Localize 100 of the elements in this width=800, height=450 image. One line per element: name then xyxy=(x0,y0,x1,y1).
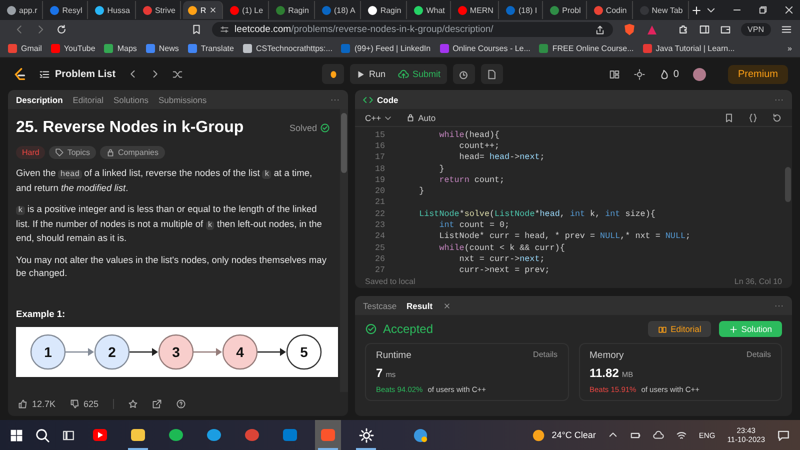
browser-tab[interactable]: Codin xyxy=(588,1,633,19)
bookmark-link[interactable]: News xyxy=(146,44,179,52)
sidebar-icon[interactable] xyxy=(698,24,710,35)
problem-title: 25. Reverse Nodes in k-Group xyxy=(16,119,244,137)
line-number: 25 xyxy=(374,242,386,253)
bookmark-link[interactable]: FREE Online Course... xyxy=(539,44,634,52)
browser-tab[interactable]: What xyxy=(409,1,451,19)
browser-tab[interactable]: R xyxy=(183,1,224,19)
restore-icon[interactable] xyxy=(758,5,768,15)
play-icon xyxy=(92,427,108,443)
gear-icon[interactable] xyxy=(634,68,646,80)
bookmark-link[interactable]: YouTube xyxy=(50,44,96,52)
description-paragraph: k is a positive integer and is less than or equal to the length of the linked list. If the number of nodes is not a multiple of k then left-out nodes, in the end, should remain as it is. xyxy=(16,203,323,245)
braces-icon[interactable] xyxy=(748,112,758,122)
panel-tab[interactable]: Solutions xyxy=(113,94,148,104)
premium-button[interactable]: Premium xyxy=(728,64,788,84)
plus-icon[interactable] xyxy=(690,4,702,16)
panel-tab[interactable]: Description xyxy=(16,94,63,104)
line-number: 16 xyxy=(374,140,386,151)
bookmark-link[interactable]: Maps xyxy=(104,44,137,52)
language-dropdown[interactable]: C++ xyxy=(365,112,392,122)
browser-tab[interactable]: Hussa xyxy=(90,1,136,19)
shuffle-icon[interactable] xyxy=(172,68,183,80)
browser-tab[interactable]: MERN xyxy=(452,1,500,19)
line-number: 27 xyxy=(374,265,386,276)
cursor-position: Ln 36, Col 10 xyxy=(734,276,782,286)
panel-title: Code xyxy=(363,94,398,104)
star-icon[interactable] xyxy=(128,399,138,409)
line-number: 21 xyxy=(374,197,386,208)
bookmark-link[interactable]: Java Tutorial | Learn... xyxy=(642,44,735,52)
code-line: curr->next = prev; xyxy=(458,265,550,276)
reload-icon[interactable] xyxy=(56,24,67,35)
avatar[interactable] xyxy=(692,68,706,80)
weather-widget[interactable]: 24°C Clear xyxy=(532,428,596,442)
lock-icon xyxy=(106,148,116,157)
browser-tab[interactable]: Probl xyxy=(545,1,587,19)
bookmark-link[interactable]: Gmail xyxy=(8,44,42,52)
thumbs-down-icon xyxy=(70,399,80,409)
details-link[interactable]: Details xyxy=(533,350,558,361)
line-number: 17 xyxy=(374,152,386,162)
menu-icon[interactable] xyxy=(781,24,792,35)
share-icon[interactable] xyxy=(152,399,162,409)
windows-icon[interactable] xyxy=(10,428,23,442)
like-button[interactable]: 12.7K xyxy=(18,399,56,409)
more-bookmarks-button[interactable]: » xyxy=(788,44,792,52)
details-link[interactable]: Details xyxy=(746,350,771,361)
bookmark-link[interactable]: CSTechnocrathttps:... xyxy=(242,44,332,52)
panel-tab[interactable]: Testcase xyxy=(363,300,397,310)
wallet-icon[interactable] xyxy=(720,24,731,35)
browser-tab[interactable]: app.r xyxy=(2,1,44,19)
share-icon[interactable] xyxy=(594,24,605,34)
task-view-icon[interactable] xyxy=(62,428,75,442)
bookmark-link[interactable]: Online Courses - Le... xyxy=(440,44,530,52)
browser-tab[interactable]: Ragin xyxy=(363,1,408,19)
panel-tab[interactable]: Editorial xyxy=(72,94,104,104)
code-icon xyxy=(363,94,373,104)
cloud-icon[interactable] xyxy=(652,430,664,440)
bookmark-link[interactable]: Translate xyxy=(188,44,234,52)
bookmark-link[interactable]: (99+) Feed | LinkedIn xyxy=(341,44,431,52)
browser-tab[interactable]: Resyl xyxy=(45,1,88,19)
browser-tab[interactable]: Ragin xyxy=(271,1,315,19)
dislike-button[interactable]: 625 xyxy=(70,399,99,409)
close-icon[interactable] xyxy=(442,302,451,310)
panel-tab[interactable]: Submissions xyxy=(158,94,207,104)
submit-button[interactable]: Submit xyxy=(392,64,447,84)
notification-icon[interactable] xyxy=(777,428,790,442)
code-line: nxt = curr->next; xyxy=(458,254,545,264)
bookmark-icon[interactable] xyxy=(190,24,202,35)
search-icon[interactable] xyxy=(35,428,50,442)
wifi-icon[interactable] xyxy=(676,430,687,440)
list-node: 5 xyxy=(286,334,322,370)
tag-button[interactable]: Topics xyxy=(49,146,96,159)
browser-tab[interactable]: (18) A xyxy=(316,1,362,19)
notes-button[interactable] xyxy=(480,64,503,84)
debug-button[interactable] xyxy=(322,64,344,84)
logo-icon[interactable] xyxy=(12,66,27,82)
run-button[interactable]: Run xyxy=(350,64,392,84)
streak-counter[interactable]: 0 xyxy=(659,68,679,80)
browser-tab[interactable]: (1) Le xyxy=(225,1,270,19)
bookmark-icon[interactable] xyxy=(724,112,734,122)
reset-icon[interactable] xyxy=(772,112,782,122)
card-title: Memory xyxy=(590,350,624,361)
address-bar[interactable]: leetcode.com/problems/reverse-nodes-in-k-group/description/ xyxy=(212,22,613,37)
browser-tab[interactable]: (18) I xyxy=(501,1,544,19)
timer-button[interactable] xyxy=(452,64,475,84)
tag-icon xyxy=(55,148,64,157)
browser-tab[interactable]: New Tab xyxy=(634,1,689,19)
tag-button[interactable]: Companies xyxy=(100,146,164,159)
triangle-icon[interactable] xyxy=(646,24,658,36)
vpn-button[interactable]: VPN xyxy=(740,23,771,36)
close-icon[interactable] xyxy=(209,6,218,14)
layout-icon[interactable] xyxy=(609,68,620,80)
arrow xyxy=(193,348,222,356)
panel-tab[interactable]: Result xyxy=(406,300,433,310)
close-icon[interactable] xyxy=(784,5,794,15)
scrollbar[interactable] xyxy=(340,109,348,392)
browser-tab[interactable]: Strive xyxy=(138,1,182,19)
problem-list-link[interactable]: Problem List xyxy=(39,68,116,80)
puzzle-icon[interactable] xyxy=(678,24,689,35)
editorial-button[interactable]: Editorial xyxy=(648,321,712,337)
